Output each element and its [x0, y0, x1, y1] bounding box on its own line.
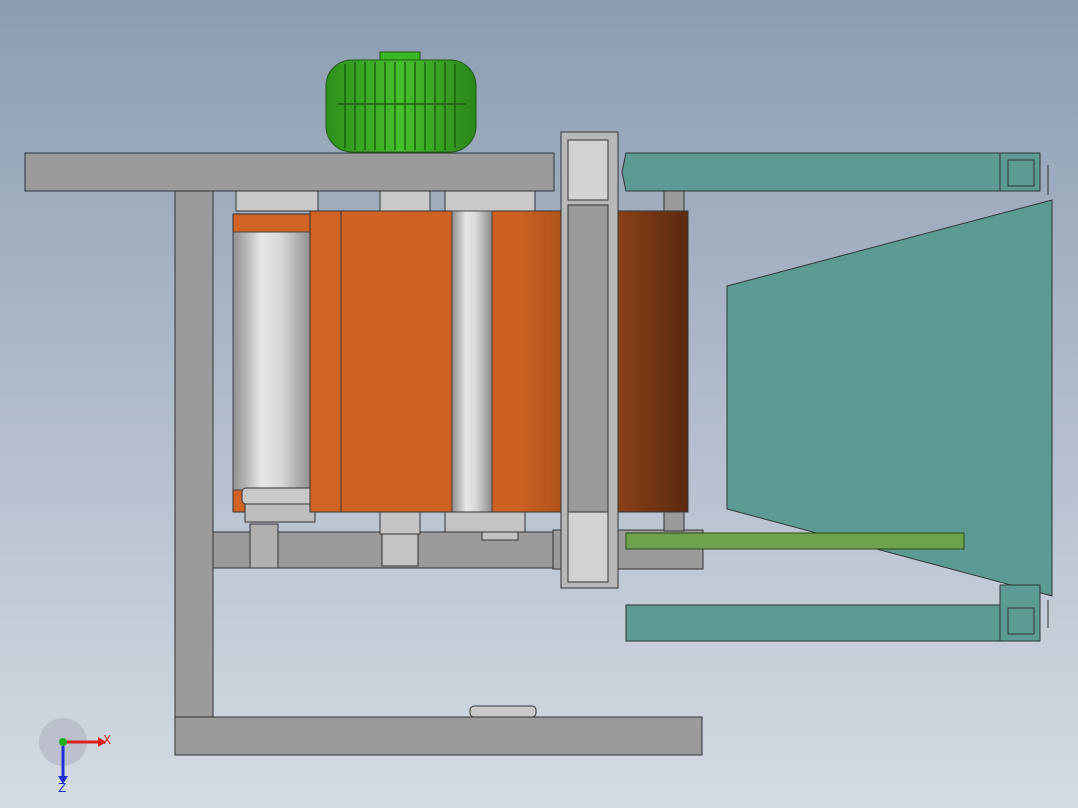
cad-viewport[interactable]: X Z [0, 0, 1078, 808]
bearing-block[interactable] [379, 190, 431, 212]
motor-icon[interactable] [325, 51, 477, 153]
floor-bearing [469, 705, 537, 718]
axis-triad: X Z [39, 718, 111, 795]
upper-teal-beam[interactable] [621, 152, 1001, 192]
lower-teal-beam[interactable] [625, 604, 1005, 642]
x-axis-label: X [103, 733, 111, 747]
machine-model[interactable]: X Z [0, 0, 1078, 808]
bearing-block[interactable] [444, 190, 536, 214]
bearing-column[interactable] [560, 131, 619, 589]
z-axis-label: Z [58, 781, 66, 795]
top-bearings[interactable] [235, 190, 536, 214]
top-frame-beam[interactable] [24, 152, 555, 192]
left-frame-post[interactable] [174, 190, 214, 720]
roller-assembly[interactable] [309, 210, 689, 513]
discharge-plate[interactable] [625, 532, 965, 550]
bearing-block[interactable] [235, 190, 319, 212]
bottom-frame-beam[interactable] [174, 716, 703, 756]
